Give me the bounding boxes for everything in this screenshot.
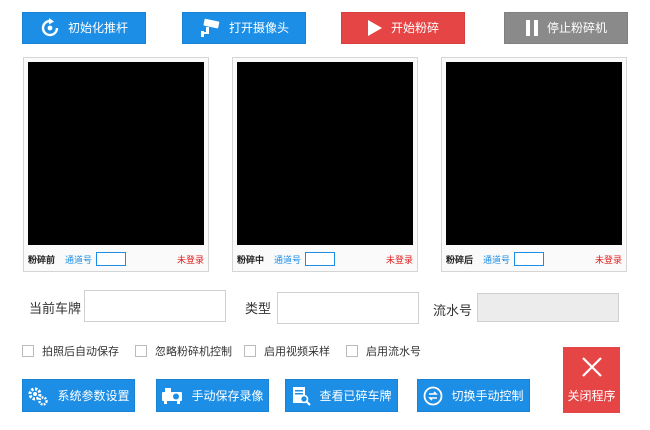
- channel-input-before[interactable]: [96, 252, 127, 266]
- checkbox-label: 忽略粉碎机控制: [155, 345, 232, 358]
- checkbox-label: 启用流水号: [366, 345, 421, 358]
- video-panel-before: 粉碎前 通道号 未登录: [23, 57, 209, 272]
- refresh-icon: [40, 18, 60, 38]
- checkbox-box[interactable]: [135, 345, 147, 357]
- panel-name: 粉碎前: [28, 255, 56, 266]
- start-shred-button[interactable]: 开始粉碎: [341, 12, 465, 44]
- system-settings-label: 系统参数设置: [57, 388, 130, 403]
- plate-input[interactable]: [84, 290, 226, 322]
- channel-label: 通道号: [65, 255, 93, 266]
- video-screen-before: [28, 62, 204, 245]
- video-screen-during: [237, 62, 413, 245]
- channel-label: 通道号: [274, 255, 302, 266]
- login-status: 未登录: [594, 255, 622, 266]
- checkbox-box[interactable]: [244, 345, 256, 357]
- type-input[interactable]: [277, 292, 419, 324]
- document-search-icon: [291, 386, 312, 406]
- checkbox-box[interactable]: [346, 345, 358, 357]
- close-program-label: 关闭程序: [567, 389, 616, 403]
- auto-save-checkbox[interactable]: 拍照后自动保存: [22, 343, 119, 359]
- play-icon: [367, 19, 383, 37]
- manual-record-label: 手动保存录像: [191, 388, 264, 403]
- serial-number-checkbox[interactable]: 启用流水号: [346, 343, 421, 359]
- view-shredded-button[interactable]: 查看已碎车牌: [285, 379, 398, 412]
- manual-record-button[interactable]: 手动保存录像: [156, 379, 269, 412]
- switch-manual-button[interactable]: 切换手动控制: [417, 379, 530, 412]
- stop-shredder-button[interactable]: 停止粉碎机: [504, 12, 628, 44]
- switch-icon: [423, 386, 443, 406]
- checkbox-label: 启用视频采样: [264, 345, 330, 358]
- stop-shredder-label: 停止粉碎机: [546, 21, 607, 35]
- checkbox-box[interactable]: [22, 345, 34, 357]
- channel-label: 通道号: [483, 255, 511, 266]
- login-status: 未登录: [176, 255, 204, 266]
- close-program-button[interactable]: 关闭程序: [563, 347, 620, 413]
- ignore-shredder-checkbox[interactable]: 忽略粉碎机控制: [135, 343, 232, 359]
- open-camera-button[interactable]: 打开摄像头: [182, 12, 306, 44]
- init-push-rod-label: 初始化推杆: [67, 21, 128, 35]
- video-panel-after: 粉碎后 通道号 未登录: [441, 57, 627, 272]
- checkbox-label: 拍照后自动保存: [42, 345, 119, 358]
- panel-name: 粉碎中: [237, 255, 265, 266]
- pause-icon: [525, 19, 539, 37]
- projector-icon: [161, 387, 183, 405]
- serial-input: [477, 293, 619, 322]
- view-shredded-label: 查看已碎车牌: [319, 388, 392, 403]
- video-screen-after: [446, 62, 622, 245]
- switch-manual-label: 切换手动控制: [451, 388, 524, 403]
- type-label: 类型: [245, 302, 272, 317]
- init-push-rod-button[interactable]: 初始化推杆: [22, 12, 146, 44]
- video-panel-during: 粉碎中 通道号 未登录: [232, 57, 418, 272]
- serial-label: 流水号: [433, 304, 473, 319]
- panel-name: 粉碎后: [446, 255, 474, 266]
- channel-input-during[interactable]: [305, 252, 336, 266]
- gears-icon: [27, 386, 49, 406]
- plate-label: 当前车牌: [29, 302, 82, 317]
- login-status: 未登录: [385, 255, 413, 266]
- close-icon: [581, 356, 603, 381]
- camera-icon: [199, 18, 221, 38]
- system-settings-button[interactable]: 系统参数设置: [22, 379, 135, 412]
- start-shred-label: 开始粉碎: [390, 21, 439, 35]
- video-sampling-checkbox[interactable]: 启用视频采样: [244, 343, 330, 359]
- channel-input-after[interactable]: [514, 252, 545, 266]
- open-camera-label: 打开摄像头: [228, 21, 289, 35]
